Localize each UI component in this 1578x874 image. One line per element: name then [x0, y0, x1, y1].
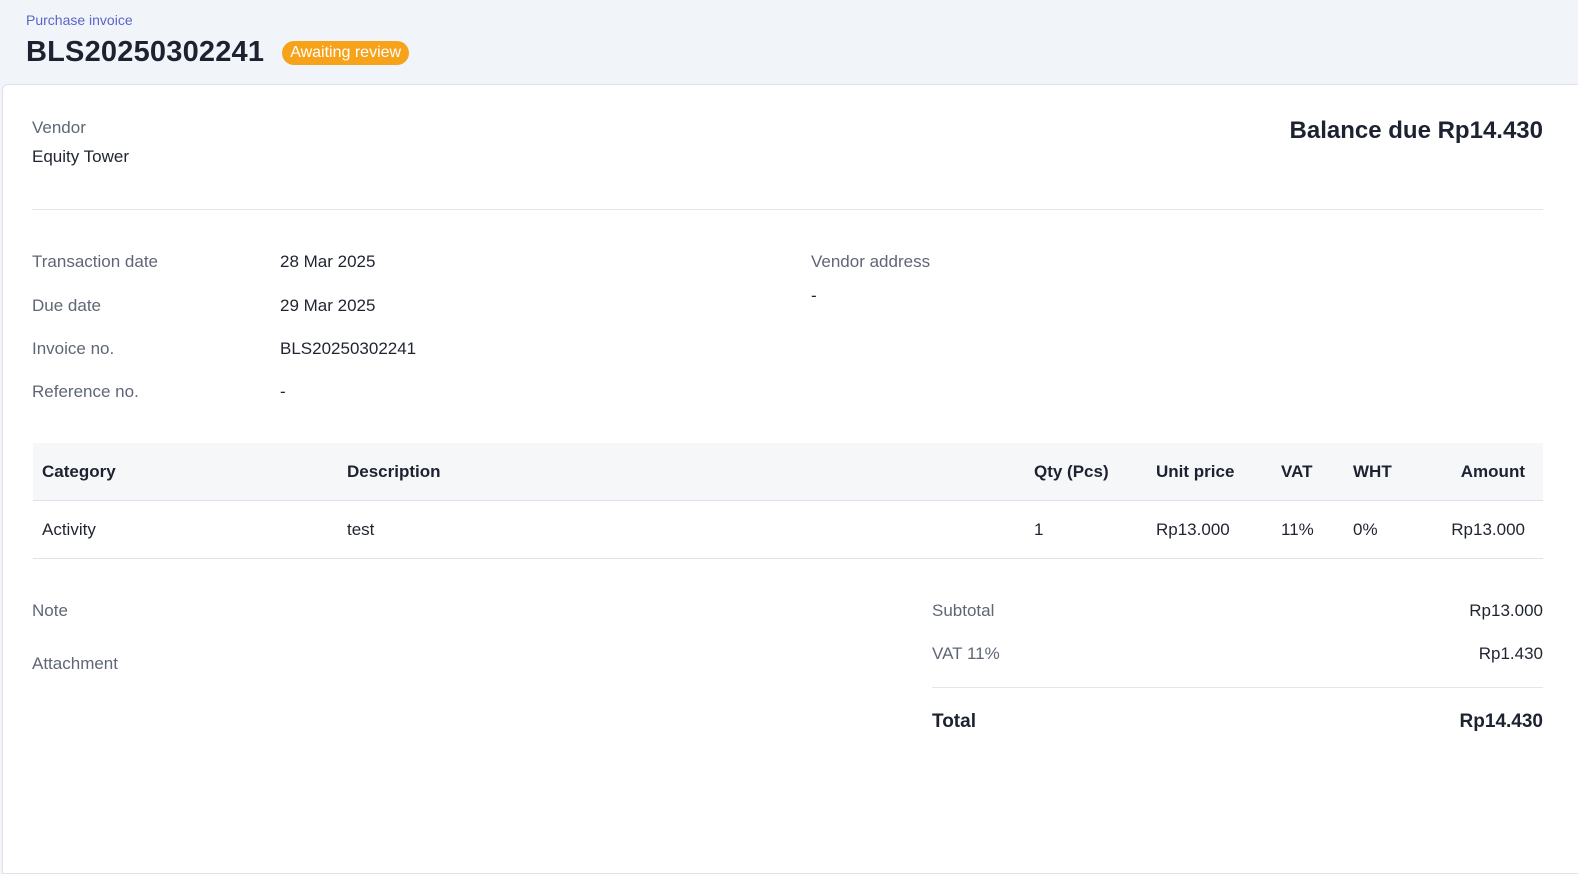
due-date-label: Due date [32, 296, 101, 315]
totals-divider [932, 687, 1543, 688]
vendor-name: Equity Tower [32, 147, 130, 166]
subtotal-value: Rp13.000 [1469, 601, 1543, 620]
line-items-table: Category Description Qty (Pcs) Unit pric… [33, 443, 1543, 559]
cell-amount: Rp13.000 [1451, 520, 1525, 539]
note-label: Note [32, 601, 68, 620]
page-header: Purchase invoice BLS20250302241 Awaiting… [0, 0, 1578, 85]
invoice-no-value: BLS20250302241 [280, 339, 417, 358]
column-header-vat: VAT [1281, 462, 1313, 481]
column-header-description: Description [347, 462, 441, 481]
invoice-no-label: Invoice no. [32, 339, 115, 358]
vendor-address-value: - [811, 286, 817, 305]
cell-description: test [347, 520, 375, 539]
vendor-address-label: Vendor address [811, 252, 931, 271]
cell-wht: 0% [1353, 520, 1378, 539]
vat-label: VAT 11% [932, 644, 1000, 663]
transaction-date-label: Transaction date [32, 252, 158, 271]
column-header-qty: Qty (Pcs) [1034, 462, 1109, 481]
column-header-category: Category [42, 462, 116, 481]
column-header-wht: WHT [1353, 462, 1392, 481]
transaction-date-value: 28 Mar 2025 [280, 252, 376, 271]
cell-unit-price: Rp13.000 [1156, 520, 1230, 539]
page-title: BLS20250302241 [26, 36, 265, 68]
cell-vat: 11% [1281, 520, 1314, 539]
breadcrumb-purchase-invoice[interactable]: Purchase invoice [26, 12, 133, 28]
vendor-label: Vendor [32, 118, 86, 137]
invoice-card: Vendor Equity Tower Balance due Rp14.430… [2, 84, 1578, 874]
cell-category: Activity [42, 520, 96, 539]
table-row: Activity test 1 Rp13.000 11% 0% Rp13.000 [33, 501, 1543, 559]
vat-value: Rp1.430 [1478, 644, 1543, 663]
table-header: Category Description Qty (Pcs) Unit pric… [33, 443, 1543, 501]
cell-qty: 1 [1034, 520, 1044, 539]
divider [32, 209, 1543, 210]
attachment-label: Attachment [32, 654, 118, 673]
due-date-value: 29 Mar 2025 [280, 296, 376, 315]
total-label: Total [932, 711, 976, 732]
subtotal-label: Subtotal [932, 601, 995, 620]
status-badge: Awaiting review [282, 40, 410, 65]
balance-due: Balance due Rp14.430 [1289, 117, 1543, 144]
title-row: BLS20250302241 Awaiting review [26, 36, 410, 69]
column-header-unit-price: Unit price [1156, 462, 1235, 481]
reference-no-value: - [280, 382, 286, 401]
reference-no-label: Reference no. [32, 382, 139, 401]
total-value: Rp14.430 [1459, 711, 1543, 732]
column-header-amount: Amount [1460, 462, 1525, 481]
